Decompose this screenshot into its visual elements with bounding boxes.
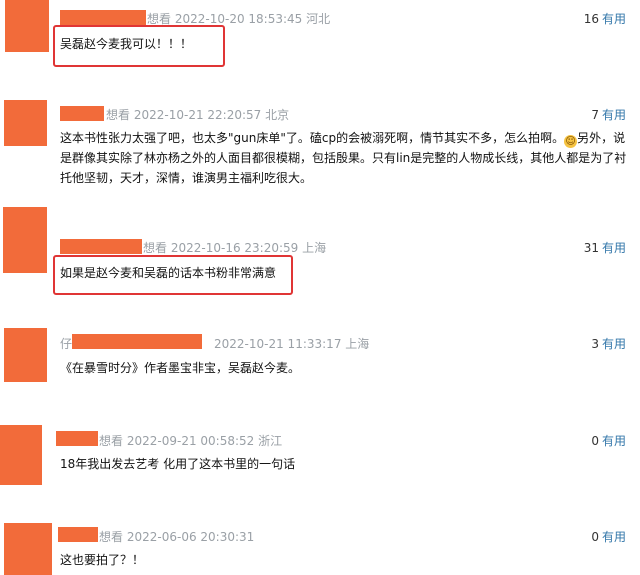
- comment-meta: 想看 2022-09-21 00:58:52 浙江: [99, 432, 282, 449]
- avatar[interactable]: [4, 523, 52, 575]
- comment-item: 仔 2022-10-21 11:33:17 上海 3 有用 《在暴雪时分》作者墨宝…: [0, 325, 640, 425]
- location: 上海: [302, 241, 327, 255]
- comment-text: 18年我出发去艺考 化用了这本书里的一句话: [60, 457, 296, 471]
- useful-count: 0: [591, 530, 599, 544]
- avatar[interactable]: [4, 100, 47, 146]
- timestamp: 2022-06-06 20:30:31: [126, 530, 255, 544]
- useful-count: 31: [583, 241, 599, 255]
- comment-line: 另外，说: [577, 131, 626, 145]
- timestamp: 2022-10-21 11:33:17: [214, 337, 342, 351]
- useful-vote[interactable]: 0 有用: [591, 432, 626, 449]
- useful-vote[interactable]: 31 有用: [584, 239, 626, 256]
- useful-button[interactable]: 有用: [602, 12, 626, 26]
- username-prefix[interactable]: 仔: [60, 335, 72, 352]
- comment-line: 这本书性张力太强了吧，也太多"gun床单"了。磕cp的会被溺死啊，情节其实不多，…: [60, 131, 565, 145]
- location: 北京: [265, 108, 290, 122]
- username-redacted[interactable]: [60, 239, 142, 254]
- avatar[interactable]: [3, 207, 47, 273]
- timestamp: 2022-10-21 22:20:57: [133, 108, 262, 122]
- useful-vote[interactable]: 3 有用: [591, 335, 626, 352]
- sweat-smile-emoji-icon: ☺: [564, 135, 578, 148]
- comment-item: 想看 2022-10-20 18:53:45 河北 16 有用 吴磊赵今麦我可以！…: [0, 0, 640, 100]
- rating-status: 想看: [147, 12, 172, 26]
- rating-status: 想看: [99, 530, 124, 544]
- rating-status: 想看: [106, 108, 131, 122]
- avatar[interactable]: [4, 328, 47, 382]
- comment-meta: 2022-10-21 11:33:17 上海: [214, 335, 369, 352]
- rating-status: 想看: [143, 241, 168, 255]
- useful-button[interactable]: 有用: [602, 530, 626, 544]
- comment-text: 吴磊赵今麦我可以！！！: [60, 37, 193, 51]
- useful-button[interactable]: 有用: [602, 337, 626, 351]
- avatar[interactable]: [0, 425, 42, 485]
- comment-text: 这本书性张力太强了吧，也太多"gun床单"了。磕cp的会被溺死啊，情节其实不多，…: [60, 128, 630, 188]
- comment-line: 是群像其实除了林亦杨之外的人面目都很模糊，包括殷果。只有lin是完整的人物成长线…: [60, 151, 627, 165]
- comment-text: 《在暴雪时分》作者墨宝非宝，吴磊赵今麦。: [60, 361, 301, 375]
- comment-line: 托他坚韧，天才，深情，谁演男主福利吃很大。: [60, 171, 313, 185]
- timestamp: 2022-10-20 18:53:45: [174, 12, 303, 26]
- comment-text: 如果是赵今麦和吴磊的话本书粉非常满意: [60, 266, 277, 280]
- useful-button[interactable]: 有用: [602, 241, 626, 255]
- timestamp: 2022-09-21 00:58:52: [126, 434, 255, 448]
- username-redacted[interactable]: [72, 334, 202, 349]
- username-redacted[interactable]: [60, 10, 146, 25]
- comment-meta: 想看 2022-10-16 23:20:59 上海: [143, 239, 326, 256]
- useful-vote[interactable]: 0 有用: [591, 528, 626, 545]
- useful-count: 16: [583, 12, 599, 26]
- location: 河北: [306, 12, 331, 26]
- comment-text: 这也要拍了？！: [60, 553, 145, 567]
- useful-count: 3: [591, 337, 599, 351]
- avatar[interactable]: [5, 0, 49, 52]
- username-redacted[interactable]: [60, 106, 104, 121]
- comment-item: 想看 2022-10-16 23:20:59 上海 31 有用 如果是赵今麦和吴磊…: [0, 205, 640, 325]
- timestamp: 2022-10-16 23:20:59: [170, 241, 299, 255]
- comment-meta: 想看 2022-10-21 22:20:57 北京: [106, 106, 289, 123]
- useful-button[interactable]: 有用: [602, 434, 626, 448]
- useful-vote[interactable]: 16 有用: [584, 10, 626, 27]
- comment-meta: 想看 2022-06-06 20:30:31: [99, 528, 254, 545]
- rating-status: 想看: [99, 434, 124, 448]
- location: 上海: [345, 337, 370, 351]
- useful-button[interactable]: 有用: [602, 108, 626, 122]
- useful-count: 7: [591, 108, 599, 122]
- comment-item: 想看 2022-09-21 00:58:52 浙江 0 有用 18年我出发去艺考 …: [0, 425, 640, 520]
- comment-item: 想看 2022-06-06 20:30:31 0 有用 这也要拍了？！: [0, 520, 640, 575]
- useful-vote[interactable]: 7 有用: [591, 106, 626, 123]
- comment-item: 想看 2022-10-21 22:20:57 北京 7 有用 这本书性张力太强了吧…: [0, 100, 640, 205]
- username-redacted[interactable]: [58, 527, 98, 542]
- location: 浙江: [258, 434, 283, 448]
- useful-count: 0: [591, 434, 599, 448]
- username-redacted[interactable]: [56, 431, 98, 446]
